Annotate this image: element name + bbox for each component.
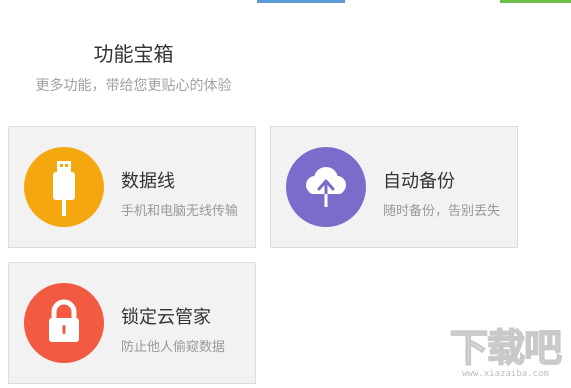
top-accent-bar [500,0,571,3]
page-subtitle: 更多功能，带给您更贴心的体验 [35,78,232,94]
feature-title: 数据线 [121,171,175,192]
feature-description: 手机和电脑无线传输 [121,204,239,219]
feature-card-lock-cloud[interactable]: 锁定云管家 防止他人偷窥数据 [8,262,256,384]
feature-title: 锁定云管家 [121,307,211,328]
cloud-upload-icon [286,147,366,227]
feature-description: 防止他人偷窥数据 [121,340,226,355]
feature-title: 自动备份 [383,171,455,192]
watermark-logo-text: 下载吧 [449,326,563,370]
usb-cable-icon [24,147,104,227]
site-watermark: 下载吧 www.xiazaiba.com [449,326,563,380]
padlock-icon [24,283,104,363]
page-title: 功能宝箱 [93,42,174,66]
feature-card-auto-backup[interactable]: 自动备份 随时备份，告别丢失 [270,126,518,248]
active-tab-indicator [257,0,345,3]
feature-description: 随时备份，告别丢失 [383,204,501,219]
feature-card-data-cable[interactable]: 数据线 手机和电脑无线传输 [8,126,256,248]
watermark-url: www.xiazaiba.com [462,369,549,379]
